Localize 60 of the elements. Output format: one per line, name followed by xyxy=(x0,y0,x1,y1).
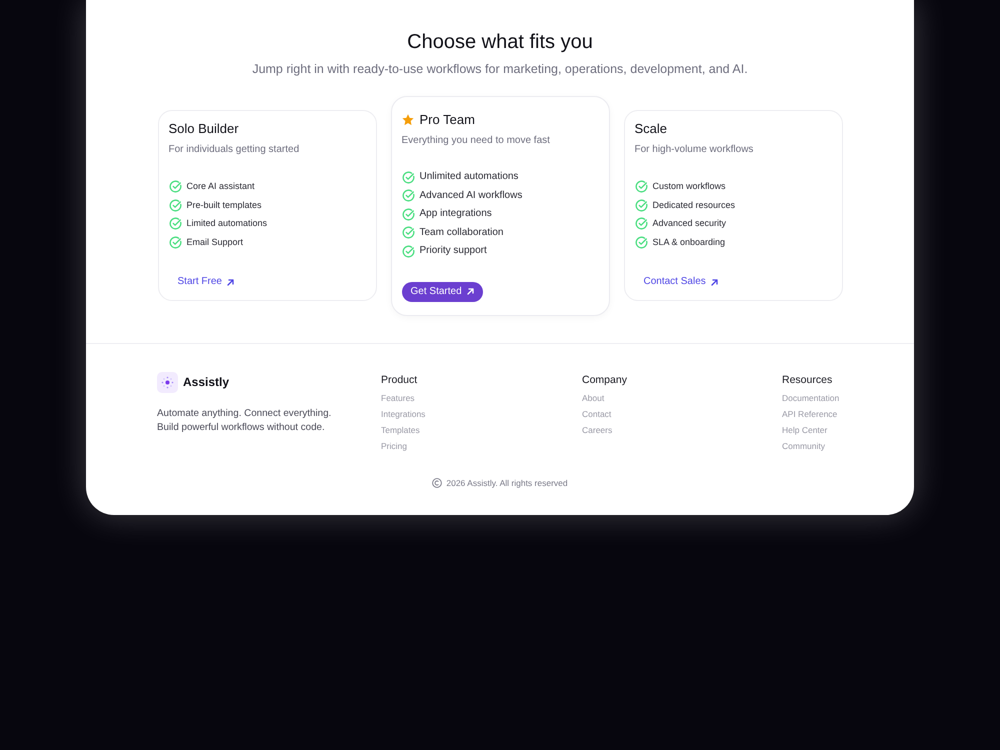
check-circle-icon xyxy=(402,244,414,258)
feature-text: Advanced security xyxy=(652,217,726,230)
feature-text: Team collaboration xyxy=(420,226,504,240)
brand-tagline: Automate anything. Connect everything. Build powerful workflows without code. xyxy=(157,406,332,434)
check-circle-icon xyxy=(634,198,648,212)
feature-text: Core AI assistant xyxy=(186,180,255,193)
check-circle-icon xyxy=(168,236,182,248)
feature-text: Limited automations xyxy=(186,217,268,230)
footer-link[interactable]: Pricing xyxy=(381,438,407,454)
footer-link[interactable]: Help Center xyxy=(782,422,828,438)
plan-description: Everything you need to move fast xyxy=(402,134,551,148)
feature-text: Pre-built templates xyxy=(186,198,262,212)
check-circle-icon xyxy=(402,189,414,202)
check-circle-icon xyxy=(402,226,414,240)
footer-column-heading: Company xyxy=(582,372,627,386)
footer-column-heading: Resources xyxy=(782,372,832,386)
check-circle-icon xyxy=(634,236,648,248)
feature-text: Advanced AI workflows xyxy=(420,188,522,203)
feature-text: Unlimited automations xyxy=(420,170,518,184)
check-circle-icon xyxy=(634,180,648,193)
footer-link[interactable]: Community xyxy=(782,438,825,454)
check-circle-icon xyxy=(634,217,648,230)
copyright-icon xyxy=(432,478,442,488)
plan-description: For high-volume workflows xyxy=(634,143,754,158)
brand-name: Assistly xyxy=(183,374,230,390)
cta-link[interactable]: Start Free xyxy=(168,272,243,292)
section-subheading: Jump right in with ready-to-use workflows for marketing, operations, development, and AI. xyxy=(252,61,748,77)
arrow-up-right-icon xyxy=(466,288,474,295)
footer-link[interactable]: Documentation xyxy=(782,390,840,406)
plan-name: Scale xyxy=(634,121,668,138)
section-heading: Choose what fits you xyxy=(407,30,593,54)
check-circle-icon xyxy=(168,180,182,193)
cta-button[interactable]: Get Started xyxy=(402,282,483,302)
plan-name: Solo Builder xyxy=(168,121,239,138)
logo-icon xyxy=(157,372,178,392)
footer-link[interactable]: Careers xyxy=(582,422,612,438)
footer-link[interactable]: About xyxy=(582,390,604,406)
footer-column-heading: Product xyxy=(381,372,418,386)
feature-text: Priority support xyxy=(420,244,487,258)
feature-text: Email Support xyxy=(186,236,244,248)
check-circle-icon xyxy=(168,198,182,212)
feature-text: App integrations xyxy=(420,207,492,222)
feature-text: SLA & onboarding xyxy=(652,236,726,248)
cta-link[interactable]: Contact Sales xyxy=(634,272,727,292)
copyright-text: 2026 Assistly. All rights reserved xyxy=(446,476,568,490)
feature-text: Dedicated resources xyxy=(652,198,736,212)
star-icon xyxy=(402,114,414,126)
plan-description: For individuals getting started xyxy=(168,143,300,158)
footer-link[interactable]: API Reference xyxy=(782,406,838,422)
plan-name: Pro Team xyxy=(420,112,475,128)
footer-link[interactable]: Features xyxy=(381,390,415,406)
check-circle-icon xyxy=(402,170,414,184)
check-circle-icon xyxy=(402,208,414,221)
check-circle-icon xyxy=(168,217,182,230)
footer-link[interactable]: Templates xyxy=(381,422,420,438)
footer-link[interactable]: Contact xyxy=(582,406,612,422)
arrow-up-right-icon xyxy=(710,278,718,286)
footer-link[interactable]: Integrations xyxy=(381,406,426,422)
feature-text: Custom workflows xyxy=(652,180,726,193)
arrow-up-right-icon xyxy=(226,278,234,286)
